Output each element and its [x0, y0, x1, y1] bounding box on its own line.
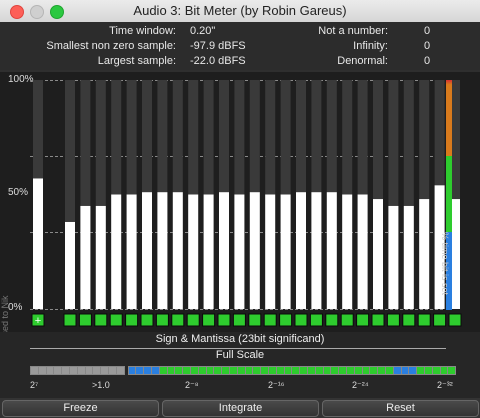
- freeze-button[interactable]: Freeze: [2, 400, 159, 417]
- reset-button[interactable]: Reset: [322, 400, 479, 417]
- nan-value: 0: [424, 25, 431, 37]
- bit-bar: [296, 192, 306, 309]
- full-scale-cell: [115, 366, 125, 375]
- mantissa-led: [63, 313, 77, 327]
- time-window-value: 0.20": [190, 25, 216, 37]
- bit-bar: [203, 194, 214, 309]
- mantissa-led: [309, 313, 323, 327]
- mantissa-led: [94, 313, 108, 327]
- mantissa-led: [140, 313, 154, 327]
- mantissa-led: [356, 313, 370, 327]
- bit-bar: [234, 194, 245, 309]
- bit-bar: [33, 178, 43, 309]
- full-scale-label: Full Scale: [215, 349, 265, 361]
- full-scale-strip: [30, 366, 460, 376]
- mantissa-led: [263, 313, 277, 327]
- mantissa-led: [155, 313, 169, 327]
- bit-bar: [265, 194, 276, 309]
- mantissa-led: [417, 313, 431, 327]
- tick-gt-1: >1.0: [92, 380, 110, 390]
- mantissa-led: [325, 313, 339, 327]
- mantissa-led: [248, 313, 262, 327]
- denormal-value: 0: [424, 55, 431, 67]
- mantissa-led: [232, 313, 246, 327]
- window-title: Audio 3: Bit Meter (by Robin Gareus): [133, 3, 347, 18]
- mantissa-led: [186, 313, 200, 327]
- lower-panel: Sign & Mantissa (23bit significand) Full…: [0, 332, 480, 398]
- largest-sample-label: Largest sample:: [97, 55, 176, 67]
- bit-bar: [280, 194, 291, 309]
- mantissa-led: [294, 313, 308, 327]
- tick-2-7: 2⁷: [30, 380, 39, 390]
- bit-meter-display: 100% 50% 0% + % time bit is set v0.9.4-1…: [0, 72, 480, 392]
- bit-bar: [311, 192, 322, 309]
- nan-label: Not a number:: [318, 25, 388, 37]
- bit-bar: [157, 192, 168, 309]
- mantissa-led: [125, 313, 139, 327]
- mantissa-led: [78, 313, 92, 327]
- bit-bar: [342, 194, 353, 309]
- bit-bar: [419, 199, 430, 309]
- legend-label: % time bit is set: [440, 232, 450, 296]
- largest-sample-value: -22.0 dBFS: [190, 55, 246, 67]
- mantissa-led: [279, 313, 293, 327]
- mantissa-led: [217, 313, 231, 327]
- denormal-label: Denormal:: [337, 55, 388, 67]
- sign-mantissa-label: Sign & Mantissa (23bit significand): [155, 333, 325, 345]
- mantissa-led: [109, 313, 123, 327]
- tick-2-minus-8: 2⁻⁸: [185, 380, 199, 390]
- infinity-value: 0: [424, 40, 431, 52]
- mantissa-led: [433, 313, 447, 327]
- tick-2-minus-24: 2⁻²⁴: [352, 380, 369, 390]
- info-panel: Time window: 0.20" Smallest non zero sam…: [0, 22, 480, 70]
- bit-bar: [373, 199, 383, 309]
- mantissa-led: [171, 313, 185, 327]
- button-bar: Freeze Integrate Reset: [0, 398, 480, 418]
- mantissa-led: [386, 313, 400, 327]
- bit-bar: [95, 205, 106, 309]
- bit-bar: [188, 194, 199, 309]
- integrate-button[interactable]: Integrate: [162, 400, 319, 417]
- infinity-label: Infinity:: [353, 40, 388, 52]
- mantissa-led: [340, 313, 354, 327]
- sign-indicator: +: [35, 315, 41, 327]
- bit-bar: [142, 192, 152, 309]
- smallest-sample-value: -97.9 dBFS: [190, 40, 246, 52]
- bit-bar: [388, 205, 399, 309]
- time-window-label: Time window:: [109, 25, 176, 37]
- mantissa-led: [202, 313, 216, 327]
- bit-bar: [80, 205, 91, 309]
- bit-bar: [172, 192, 183, 309]
- bit-meter-window: Audio 3: Bit Meter (by Robin Gareus) Tim…: [0, 0, 480, 418]
- full-scale-cell: [447, 366, 457, 375]
- mantissa-led: [448, 313, 462, 327]
- mantissa-led: [402, 313, 416, 327]
- tick-2-minus-32: 2⁻³²: [437, 380, 453, 390]
- bit-bar: [126, 194, 137, 309]
- tick-2-minus-16: 2⁻¹⁶: [268, 380, 285, 390]
- bit-bar: [403, 205, 414, 309]
- bit-bar: [219, 192, 229, 309]
- bit-bars-plot: +: [31, 80, 462, 327]
- title-bar: Audio 3: Bit Meter (by Robin Gareus): [0, 0, 480, 23]
- bit-bar: [65, 221, 75, 309]
- bit-bar: [249, 192, 260, 309]
- smallest-sample-label: Smallest non zero sample:: [46, 40, 176, 52]
- bit-bar: [357, 194, 368, 309]
- bit-bar: [326, 192, 337, 309]
- mantissa-led: [371, 313, 385, 327]
- bit-bar: [111, 194, 122, 309]
